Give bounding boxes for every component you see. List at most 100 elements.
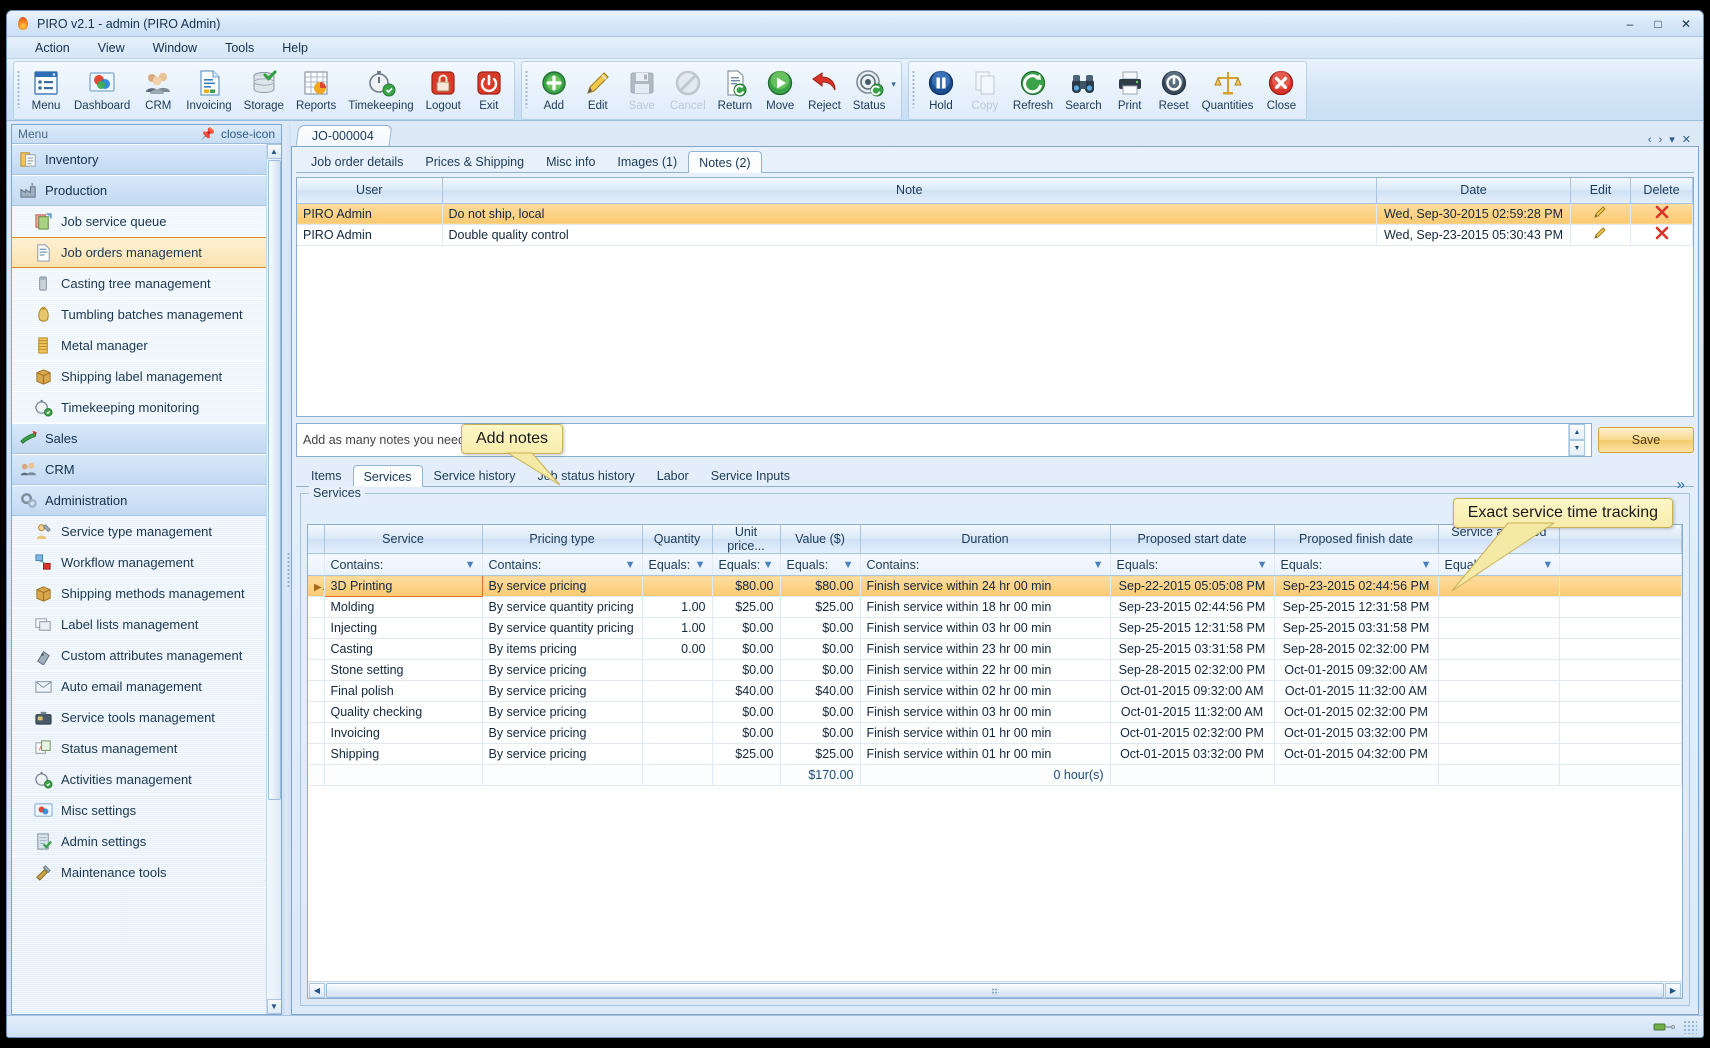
toolbar-button-quantities[interactable]: Quantities	[1196, 64, 1260, 113]
resize-grip-icon[interactable]	[1683, 1019, 1697, 1034]
tab-labor[interactable]: Labor	[646, 465, 700, 486]
chevron-down-icon[interactable]: ▾	[891, 79, 898, 104]
maximize-button[interactable]: □	[1645, 15, 1671, 33]
services-column-header[interactable]: Pricing type	[482, 525, 643, 554]
services-row[interactable]: Injecting By service quantity pricing 1.00…	[308, 617, 1682, 639]
scroll-down-arrow[interactable]: ▼	[266, 999, 281, 1014]
menu-item-view[interactable]: View	[84, 38, 139, 58]
services-row[interactable]: Quality checking By service pricing $0.00 $…	[308, 701, 1682, 723]
notes-column-header[interactable]: Date	[1376, 178, 1571, 204]
sidebar-item-shipping-label-management[interactable]: Shipping label management	[12, 361, 266, 392]
menu-item-help[interactable]: Help	[268, 38, 322, 58]
services-column-header[interactable]: Quantity	[642, 525, 713, 554]
toolbar-button-timekeeping[interactable]: Timekeeping	[342, 64, 419, 113]
notes-row[interactable]: PIRO Admin Do not ship, local Wed, Sep-30-…	[297, 203, 1693, 225]
services-horizontal-scrollbar[interactable]: ◀ ▶	[308, 981, 1682, 998]
toolbar-button-logout[interactable]: Logout	[420, 64, 467, 113]
sidebar-item-shipping-methods-management[interactable]: Shipping methods management	[12, 578, 266, 609]
notes-column-header[interactable]: User	[297, 178, 443, 204]
tab-items[interactable]: Items	[300, 465, 353, 486]
sidebar-item-auto-email-management[interactable]: Auto email management	[12, 671, 266, 702]
toolbar-button-exit[interactable]: Exit	[467, 64, 511, 113]
menu-item-window[interactable]: Window	[139, 38, 211, 58]
sidebar-item-job-orders-management[interactable]: Job orders management	[12, 237, 266, 268]
sidebar-item-job-service-queue[interactable]: Job service queue	[12, 206, 266, 237]
scroll-right-arrow[interactable]: ▶	[1665, 982, 1681, 998]
toolbar-button-reject[interactable]: Reject	[802, 64, 847, 113]
sidebar-item-custom-attributes-management[interactable]: Custom attributes management	[12, 640, 266, 671]
toolbar-button-status[interactable]: Status	[847, 64, 892, 113]
services-column-header[interactable]: Duration	[860, 525, 1111, 554]
toolbar-button-print[interactable]: Print	[1108, 64, 1152, 113]
services-row[interactable]: Final polish By service pricing $40.00 $40.…	[308, 680, 1682, 702]
tab-images-1[interactable]: Images (1)	[606, 151, 688, 172]
sidebar-item-label-lists-management[interactable]: Label lists management	[12, 609, 266, 640]
scroll-thumb[interactable]	[326, 982, 1664, 998]
sidebar-item-misc-settings[interactable]: Misc settings	[12, 795, 266, 826]
sidebar-item-workflow-management[interactable]: Workflow management	[12, 547, 266, 578]
notes-column-header[interactable]: Note	[442, 178, 1377, 204]
tab-job-order-details[interactable]: Job order details	[300, 151, 414, 172]
notes-row[interactable]: PIRO Admin Double quality control Wed, Sep…	[297, 224, 1693, 246]
toolbar-button-reset[interactable]: Reset	[1152, 64, 1196, 113]
tab-misc-info[interactable]: Misc info	[535, 151, 606, 172]
tab-service-inputs[interactable]: Service Inputs	[700, 465, 801, 486]
services-filter-cell[interactable]: Equals: ▼	[1110, 553, 1275, 576]
funnel-icon[interactable]: ▼	[695, 559, 706, 571]
spinner-down[interactable]: ▼	[1569, 440, 1585, 456]
sidebar-vertical-scrollbar[interactable]: ▲ ▼	[266, 144, 281, 1014]
services-filter-cell[interactable]: Equals: ▼	[1274, 553, 1439, 576]
sidebar-group-sales[interactable]: Sales	[12, 423, 266, 454]
toolbar-button-invoicing[interactable]: Invoicing	[180, 64, 237, 113]
tab-next-button[interactable]: ›	[1659, 134, 1663, 146]
notes-delete-button[interactable]	[1630, 203, 1693, 225]
sidebar-item-service-tools-management[interactable]: Service tools management	[12, 702, 266, 733]
pin-icon[interactable]: 📌	[197, 127, 218, 141]
services-row[interactable]: Stone setting By service pricing $0.00 $0.0…	[308, 659, 1682, 681]
tab-services[interactable]: Services	[352, 465, 423, 487]
sidebar-item-metal-manager[interactable]: Metal manager	[12, 330, 266, 361]
services-row[interactable]: Casting By items pricing 0.00 $0.00 $0.00 Fin…	[308, 638, 1682, 660]
close-button[interactable]: ✕	[1673, 15, 1699, 33]
toolbar-button-reports[interactable]: Reports	[290, 64, 342, 113]
services-filter-cell[interactable]: Contains: ▼	[860, 553, 1111, 576]
notes-column-header[interactable]: Edit	[1570, 178, 1631, 204]
funnel-icon[interactable]: ▼	[1421, 559, 1432, 571]
tab-close-button[interactable]: ✕	[1682, 133, 1691, 146]
toolbar-button-refresh[interactable]: Refresh	[1007, 64, 1059, 113]
toolbar-button-move[interactable]: Move	[758, 64, 802, 113]
funnel-icon[interactable]: ▼	[763, 559, 774, 571]
sidebar-group-administration[interactable]: Administration	[12, 485, 266, 516]
services-column-header[interactable]: Value ($)	[780, 525, 861, 554]
toolbar-button-hold[interactable]: Hold	[919, 64, 963, 113]
tab-prev-button[interactable]: ‹	[1648, 134, 1652, 146]
toolbar-button-save[interactable]: Save	[620, 64, 664, 113]
tab-list-button[interactable]: ▾	[1669, 133, 1675, 146]
services-filter-cell[interactable]: Contains: ▼	[324, 553, 483, 576]
funnel-icon[interactable]: ▼	[465, 559, 476, 571]
scroll-up-arrow[interactable]: ▲	[266, 144, 281, 159]
scroll-track[interactable]	[326, 982, 1664, 998]
chevron-double-down-icon[interactable]: »	[1677, 476, 1685, 493]
menu-item-tools[interactable]: Tools	[211, 38, 268, 58]
services-row[interactable]: Shipping By service pricing $25.00 $25.00 Fi…	[308, 743, 1682, 765]
services-filter-cell[interactable]: Equals: ▼	[642, 553, 713, 576]
toolbar-button-crm[interactable]: CRM	[136, 64, 180, 113]
sidebar-group-crm[interactable]: CRM	[12, 454, 266, 485]
sidebar-item-status-management[interactable]: A Status management	[12, 733, 266, 764]
services-row[interactable]: Invoicing By service pricing $0.00 $0.00 Fin…	[308, 722, 1682, 744]
sidebar-item-timekeeping-monitoring[interactable]: Timekeeping monitoring	[12, 392, 266, 423]
funnel-icon[interactable]: ▼	[625, 559, 636, 571]
services-column-header[interactable]: Unit price...	[712, 525, 781, 554]
funnel-icon[interactable]: ▼	[843, 559, 854, 571]
notes-edit-button[interactable]	[1570, 203, 1631, 225]
toolbar-button-copy[interactable]: Copy	[963, 64, 1007, 113]
toolbar-button-menu[interactable]: Menu	[24, 64, 68, 113]
toolbar-button-return[interactable]: Return	[712, 64, 759, 113]
minimize-button[interactable]: –	[1617, 15, 1643, 33]
services-column-header[interactable]: Proposed start date	[1110, 525, 1275, 554]
scroll-left-arrow[interactable]: ◀	[309, 982, 325, 998]
services-column-header[interactable]: Service	[324, 525, 483, 554]
sidebar-item-casting-tree-management[interactable]: Casting tree management	[12, 268, 266, 299]
services-filter-cell[interactable]: Contains: ▼	[482, 553, 643, 576]
